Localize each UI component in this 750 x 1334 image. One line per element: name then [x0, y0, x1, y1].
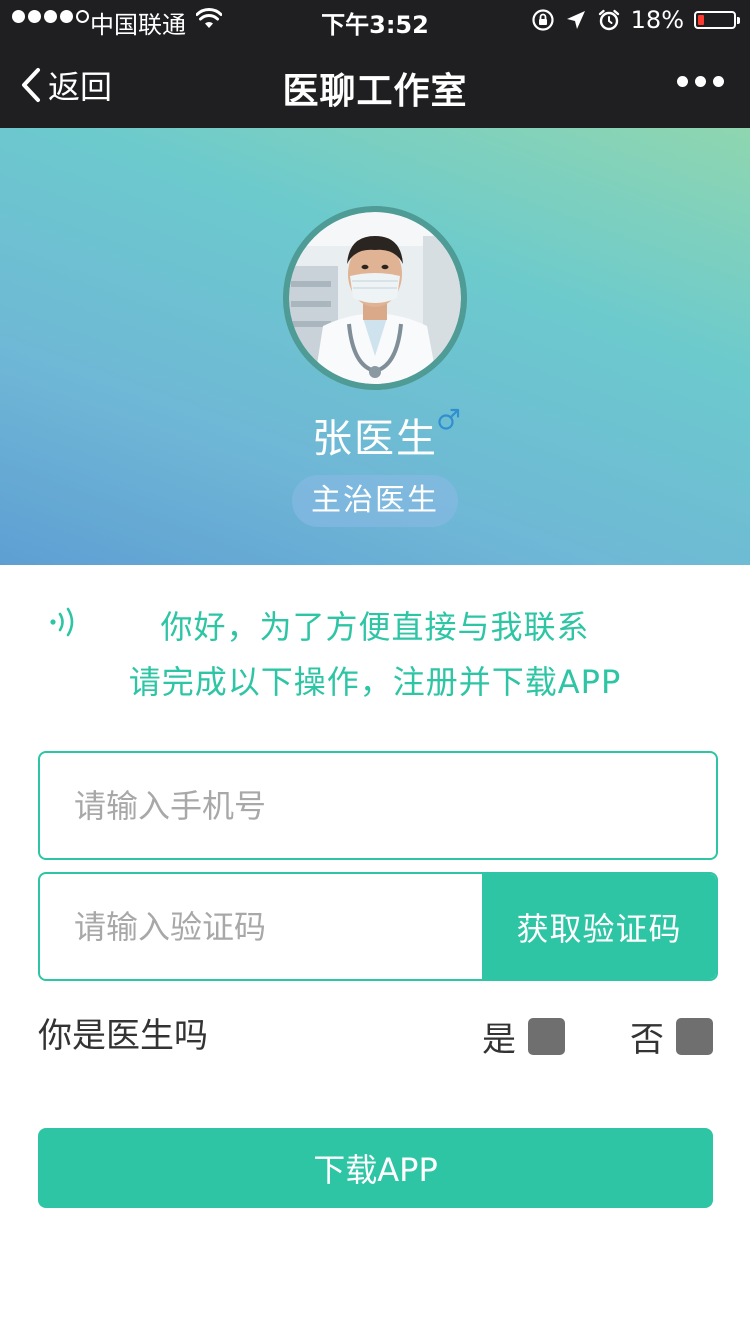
doctor-avatar[interactable]: [283, 206, 467, 390]
greeting-line-2: 请完成以下操作，注册并下载APP: [128, 663, 622, 701]
download-app-button[interactable]: 下载APP: [38, 1128, 713, 1208]
alarm-icon: [598, 9, 619, 31]
doctor-title-badge: 主治医生: [292, 475, 458, 527]
nav-bar: 返回 医聊工作室: [0, 40, 750, 128]
page-title: 医聊工作室: [282, 71, 468, 112]
more-dot: [713, 76, 724, 87]
greeting-line-1: 你好，为了方便直接与我联系: [160, 608, 590, 646]
ellipsis-icon[interactable]: [677, 76, 724, 87]
yes-checkbox[interactable]: [528, 1018, 565, 1055]
battery-icon: [694, 11, 740, 29]
is-doctor-yes-option[interactable]: 是: [482, 1012, 565, 1061]
yes-label: 是: [482, 1020, 516, 1060]
doctor-photo: [283, 206, 467, 390]
rotation-lock-icon: [532, 9, 554, 31]
doctor-name: 张医生: [312, 416, 438, 462]
is-doctor-question: 你是医生吗: [38, 1016, 208, 1056]
no-checkbox[interactable]: [676, 1018, 713, 1055]
is-doctor-no-option[interactable]: 否: [630, 1012, 713, 1061]
status-bar: 中国联通 下午3:52 18%: [0, 0, 750, 40]
status-right-icons: 18%: [531, 6, 740, 34]
verification-code-field: 获取验证码: [38, 872, 718, 981]
no-label: 否: [630, 1020, 664, 1060]
phone-input[interactable]: [40, 753, 716, 858]
get-code-button[interactable]: 获取验证码: [482, 874, 716, 979]
location-arrow-icon: [566, 11, 585, 29]
profile-header: 张医生 主治医生: [0, 128, 750, 565]
battery-level-fill: [698, 15, 704, 25]
battery-percent: 18%: [630, 6, 684, 34]
top-chrome: 中国联通 下午3:52 18% 返回 医聊工作室: [0, 0, 750, 128]
more-dot: [677, 76, 688, 87]
phone-field: [38, 751, 718, 860]
male-gender-icon: [438, 408, 460, 430]
doctor-name-row: 张医生: [0, 406, 750, 464]
verification-code-input[interactable]: [40, 874, 484, 979]
more-dot: [695, 76, 706, 87]
